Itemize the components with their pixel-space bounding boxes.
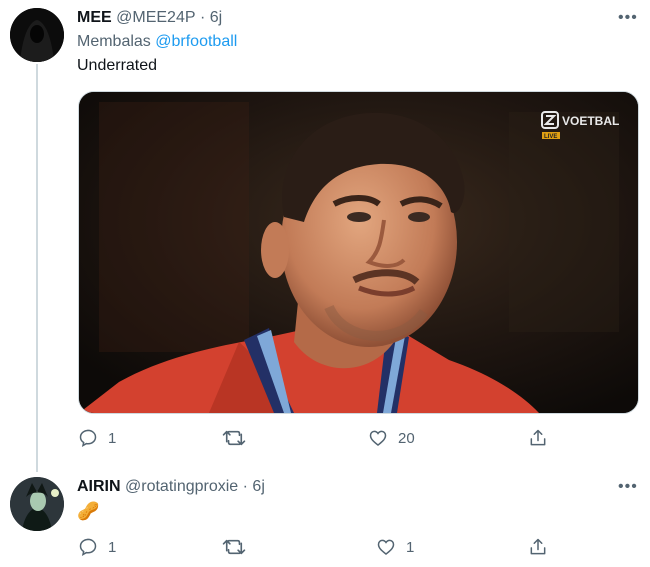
display-name[interactable]: MEE (77, 9, 112, 26)
share-button[interactable] (528, 537, 548, 557)
like-count: 1 (406, 538, 415, 556)
live-badge: LIVE (544, 134, 557, 140)
reply-count: 1 (108, 429, 117, 447)
thread-connector (36, 64, 38, 472)
share-icon (530, 538, 546, 555)
more-options-icon[interactable]: ••• (618, 9, 638, 27)
share-button[interactable] (528, 428, 548, 448)
mention-link[interactable]: @brfootball (155, 33, 237, 50)
reply-context: Membalas @brfootball (77, 33, 237, 51)
timestamp[interactable]: · 6j (200, 9, 222, 26)
heart-icon (369, 430, 387, 447)
avatar[interactable] (10, 8, 64, 62)
tweet-media[interactable]: VOETBAL LIVE (78, 91, 639, 414)
retweet-button[interactable] (222, 428, 246, 448)
reply-icon (79, 538, 97, 556)
display-name[interactable]: AIRIN (77, 478, 121, 495)
user-handle[interactable]: @rotatingproxie (125, 478, 238, 495)
avatar[interactable] (10, 477, 64, 531)
media-brand: VOETBAL (562, 114, 619, 128)
tweet-text: Underrated (77, 57, 158, 74)
reply-button[interactable]: 1 (78, 428, 116, 448)
tweet-emoji: 🥜 (77, 501, 100, 521)
more-options-icon[interactable]: ••• (618, 478, 638, 496)
like-button[interactable]: 1 (376, 537, 414, 557)
reply-icon (79, 429, 97, 447)
media-image: VOETBAL LIVE (79, 92, 638, 413)
user-handle[interactable]: @MEE24P (116, 9, 195, 26)
tweet-header: MEE @MEE24P · 6j (77, 9, 222, 27)
tweet-header: AIRIN @rotatingproxie · 6j (77, 478, 265, 496)
retweet-button[interactable] (222, 537, 246, 557)
like-button[interactable]: 20 (368, 428, 415, 448)
reply-count: 1 (108, 538, 117, 556)
timestamp[interactable]: · 6j (243, 478, 265, 495)
share-icon (530, 429, 546, 446)
reply-button[interactable]: 1 (78, 537, 116, 557)
like-count: 20 (398, 429, 415, 447)
reply-prefix: Membalas (77, 33, 151, 50)
retweet-icon (222, 539, 246, 555)
heart-icon (377, 539, 395, 556)
retweet-icon (222, 430, 246, 446)
